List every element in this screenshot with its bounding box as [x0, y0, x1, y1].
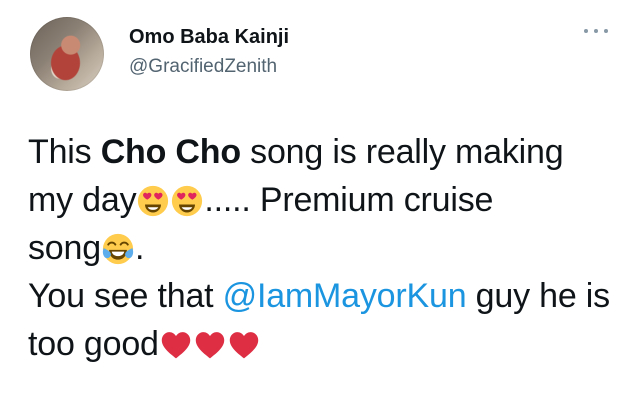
text-segment: song is really making — [240, 133, 564, 171]
heart-eyes-emoji-icon — [170, 185, 204, 217]
tweet-line: You see that @IamMayorKun guy he is — [28, 272, 628, 320]
tweet-text: This Cho Cho song is really making my da… — [28, 128, 628, 368]
mention-link[interactable]: @IamMayorKun — [223, 277, 467, 315]
text-segment: guy he is — [466, 277, 610, 315]
red-heart-emoji-icon — [193, 329, 227, 361]
heart-eyes-emoji-icon — [136, 185, 170, 217]
text-segment: . — [134, 229, 145, 267]
user-handle[interactable]: @GracifiedZenith — [129, 54, 289, 80]
text-segment: You see that — [28, 277, 223, 315]
tears-of-joy-emoji-icon — [101, 233, 135, 265]
text-segment: song — [28, 229, 101, 267]
tweet-line: too good — [28, 320, 628, 368]
bold-text: Cho Cho — [100, 133, 241, 171]
text-segment: ..... Premium cruise — [204, 181, 494, 219]
author-block: Omo Baba Kainji @GracifiedZenith — [129, 24, 289, 80]
red-heart-emoji-icon — [159, 329, 193, 361]
display-name[interactable]: Omo Baba Kainji — [129, 24, 289, 50]
text-segment: This — [28, 133, 101, 171]
tweet-line: This Cho Cho song is really making — [28, 128, 628, 176]
text-segment: too good — [28, 325, 159, 363]
avatar[interactable] — [30, 17, 104, 91]
text-segment: my day — [28, 181, 137, 219]
more-options-icon[interactable] — [584, 24, 608, 38]
tweet-line: song. — [28, 224, 628, 272]
red-heart-emoji-icon — [227, 329, 261, 361]
tweet-line: my day ..... Premium cruise — [28, 176, 628, 224]
